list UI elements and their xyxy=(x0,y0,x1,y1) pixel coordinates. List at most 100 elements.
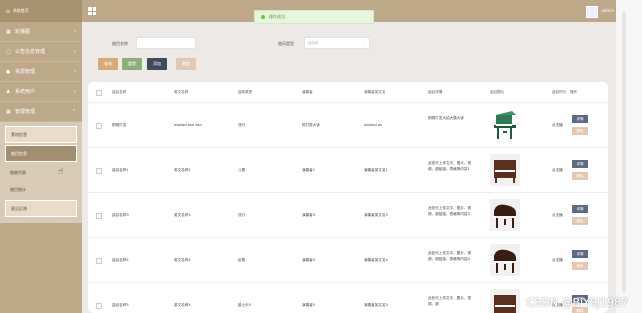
cell-type: 流行 xyxy=(238,213,246,217)
cell-en: 英文名称1 xyxy=(174,168,191,172)
success-toast: 操作成功 xyxy=(254,10,374,24)
cell-player: 阿打算大钟 xyxy=(302,123,320,127)
toast-text: 操作成功 xyxy=(269,14,285,19)
sidebar-menu-0[interactable]: ▦ 轮播图 › xyxy=(0,22,82,42)
sidebar-menu-4[interactable]: ▦ 管理管理 ⌃ xyxy=(0,102,82,122)
chevron-icon: › xyxy=(74,28,76,35)
column-header: 英文名称 xyxy=(174,90,189,94)
table-row: 曲目名称1 英文名称1 儿歌 演奏者1 演奏者英文名1 此处可上传文字、图片、视频、超链接… xyxy=(88,148,608,193)
sidebar-menu-3[interactable]: ♟ 系统用户 › xyxy=(0,82,82,102)
right-panel xyxy=(616,0,642,313)
menu-icon: ● xyxy=(6,68,11,75)
row-checkbox[interactable] xyxy=(96,303,102,309)
search-btn-0[interactable]: 查询 xyxy=(98,58,118,70)
cell-player_en: asdasd as xyxy=(364,123,382,127)
column-header: 操作 xyxy=(570,90,578,94)
cell-en: asdasd asd asd xyxy=(174,123,202,127)
submenu-item-1[interactable]: 曲目信息 xyxy=(5,145,77,162)
admin-label[interactable]: admin xyxy=(601,8,614,13)
cell-player_en: 演奏者英文名1 xyxy=(364,168,388,172)
type-select[interactable]: 请选择 ⌄ xyxy=(304,37,370,49)
piano-image xyxy=(490,154,520,186)
cell-en: 英文名称5 xyxy=(174,303,191,307)
delete-button[interactable]: 删除 xyxy=(572,172,588,180)
piano-image xyxy=(490,244,520,276)
menu-label: 轮播图 xyxy=(15,29,31,35)
submenu-item-4[interactable]: 意见反馈 xyxy=(5,200,77,217)
success-icon xyxy=(261,15,265,19)
cell-player: 演奏者5 xyxy=(302,303,316,307)
chevron-icon: › xyxy=(74,68,76,75)
menu-icon: ♟ xyxy=(6,88,11,95)
sidebar-menu-1[interactable]: ▢ 公告信息管理 › xyxy=(0,42,82,62)
submenu-item-0[interactable]: 素材信息 xyxy=(5,126,77,143)
cell-player: 演奏者3 xyxy=(302,213,316,217)
cell-type: 儿歌 xyxy=(238,168,246,172)
column-header: 演奏者 xyxy=(302,90,313,94)
chevron-icon: › xyxy=(74,88,76,95)
cell-desc: 此处可上传文字、图片、视频、超链接、表格等内容4 xyxy=(428,251,472,261)
chevron-icon: ⌃ xyxy=(71,108,76,115)
submenu-item-2[interactable]: 借曲列表 ☝ xyxy=(0,164,82,181)
search-btn-3[interactable]: 删除 xyxy=(176,58,196,70)
row-checkbox[interactable] xyxy=(96,213,102,219)
pointer-cursor-icon: ☝ xyxy=(58,167,64,177)
submenu-label: 素材信息 xyxy=(11,131,27,137)
cell-type: 民歌 xyxy=(238,258,246,262)
name-label: 曲目名称 xyxy=(112,41,128,46)
delete-button[interactable]: 删除 xyxy=(572,217,588,225)
name-input[interactable] xyxy=(136,37,196,49)
submenu: 素材信息曲目信息借曲列表 ☝ 曲目统计意见反馈 xyxy=(0,122,82,223)
submenu-item-3[interactable]: 曲目统计 xyxy=(0,181,82,198)
row-checkbox[interactable] xyxy=(96,258,102,264)
cell-desc: 此处可上传文字、图片、视频、超 xyxy=(428,296,472,306)
chevron-icon: › xyxy=(74,48,76,55)
cell-desc: 此处可上传文字、图片、视频、超链接、表格等内容1 xyxy=(428,161,472,171)
detail-button[interactable]: 详情 xyxy=(572,205,588,213)
cell-time[interactable]: 点击播 xyxy=(552,258,563,263)
sidebar-home-link[interactable]: ⌂ 系统首页 xyxy=(0,0,82,22)
column-header: 曲目名称 xyxy=(112,90,127,94)
piano-image xyxy=(490,199,520,231)
search-btn-2[interactable]: 添加 xyxy=(147,58,167,70)
avatar[interactable] xyxy=(586,6,598,18)
detail-button[interactable]: 详情 xyxy=(572,160,588,168)
menu-label: 系统用户 xyxy=(15,89,36,95)
cell-en: 英文名称4 xyxy=(174,258,191,262)
cell-player_en: 演奏者英文名5 xyxy=(364,303,388,307)
submenu-label: 借曲列表 xyxy=(10,169,26,175)
menu-label: 资源管理 xyxy=(15,69,36,75)
scrollbar[interactable] xyxy=(622,12,626,292)
cell-desc: 此处可上传文字、图片、视频、超链接、表格等内容3 xyxy=(428,206,472,216)
menu-toggle-icon[interactable] xyxy=(88,7,96,15)
search-panel: 曲目名称 曲风类型 请选择 ⌄ 查询 重置 添加 删除 xyxy=(98,34,614,74)
cell-name: 曲目名称1 xyxy=(112,168,129,172)
delete-button[interactable]: 删除 xyxy=(572,127,588,135)
cell-time[interactable]: 点击播 xyxy=(552,168,563,173)
menu-icon: ▦ xyxy=(6,108,11,115)
cell-desc: 刚刚打发大姑大姨大钟 xyxy=(428,116,464,120)
cell-player_en: 演奏者英文名3 xyxy=(364,213,388,217)
table-row: 曲目名称3 英文名称3 流行 演奏者3 演奏者英文名3 此处可上传文字、图片、视频、超链接… xyxy=(88,193,608,238)
cell-name: 曲目名称4 xyxy=(112,258,129,262)
detail-button[interactable]: 详情 xyxy=(572,115,588,123)
cell-name: 曲目名称3 xyxy=(112,213,129,217)
delete-button[interactable]: 删除 xyxy=(572,262,588,270)
cell-time[interactable]: 点击播 xyxy=(552,213,563,218)
search-btn-1[interactable]: 重置 xyxy=(122,58,142,70)
piano-image xyxy=(490,289,520,313)
home-icon: ⌂ xyxy=(6,7,10,15)
column-header: 曲目图片 xyxy=(490,90,505,94)
menu-label: 管理管理 xyxy=(15,109,36,115)
select-all-checkbox[interactable] xyxy=(96,90,102,96)
cell-time[interactable]: 点击播 xyxy=(552,123,563,128)
row-checkbox[interactable] xyxy=(96,123,102,129)
table-row: 刚刚打发 asdasd asd asd 流行 阿打算大钟 asdasd as 刚刚打发大姑… xyxy=(88,103,608,148)
column-header: 曲目详情 xyxy=(428,90,443,94)
row-checkbox[interactable] xyxy=(96,168,102,174)
watermark: CSDN @BiYSJ1987 xyxy=(526,296,628,309)
column-header: 演奏者英文名 xyxy=(364,90,386,94)
cell-player_en: 演奏者英文名4 xyxy=(364,258,388,262)
sidebar-menu-2[interactable]: ● 资源管理 › xyxy=(0,62,82,82)
detail-button[interactable]: 详情 xyxy=(572,250,588,258)
